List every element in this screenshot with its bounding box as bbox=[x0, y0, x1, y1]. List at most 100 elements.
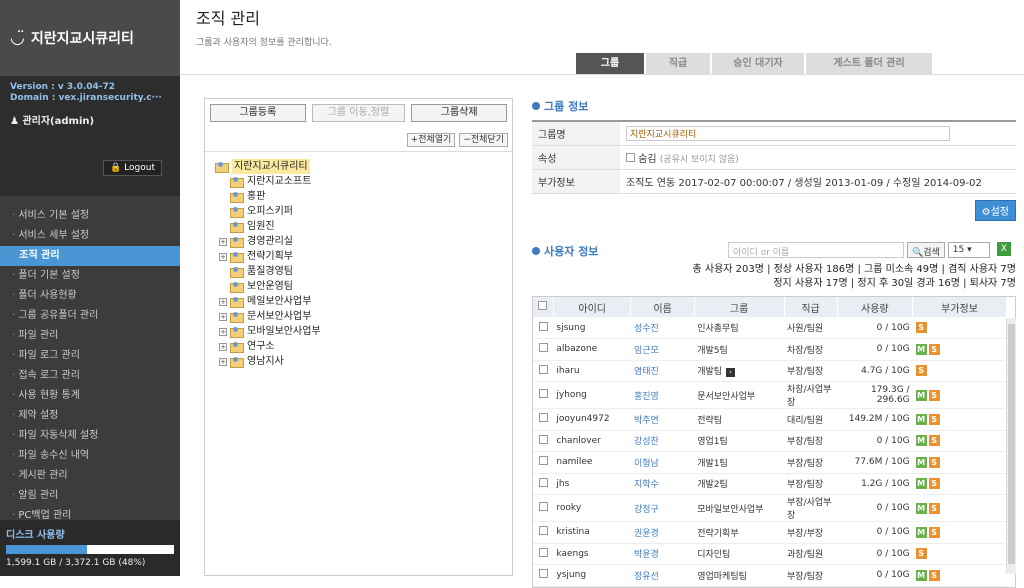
expand-toggle-icon[interactable]: + bbox=[219, 237, 227, 246]
mobile-badge-icon[interactable]: M bbox=[915, 435, 927, 447]
user-name[interactable]: 염태진 bbox=[630, 360, 695, 382]
storage-badge-icon[interactable]: S bbox=[928, 456, 940, 468]
move-group-button[interactable]: 그룹 이동,정렬 bbox=[311, 104, 406, 122]
row-checkbox[interactable] bbox=[533, 473, 554, 495]
table-row[interactable]: chanlover 강성찬 영업1팀 부장/팀장 0 / 10G M S bbox=[533, 430, 1007, 452]
user-name[interactable]: 박윤경 bbox=[630, 543, 695, 565]
table-scrollbar[interactable] bbox=[1006, 318, 1016, 574]
sidebar-item[interactable]: 조직 관리 bbox=[0, 246, 180, 266]
tree-node[interactable]: 지란지교시큐리티 bbox=[215, 159, 321, 174]
user-name[interactable]: 강정구 bbox=[630, 494, 695, 522]
user-name[interactable]: 성수진 bbox=[630, 317, 695, 339]
row-checkbox[interactable] bbox=[533, 381, 554, 409]
table-row[interactable]: jyhong 홍진영 문서보안사업부 차장/사업부장 179.3G / 296.6G M S bbox=[533, 381, 1007, 409]
group-name-input[interactable] bbox=[626, 125, 950, 141]
storage-badge-icon[interactable]: S bbox=[915, 322, 927, 333]
tab-3[interactable]: 게스트 폴더 관리 bbox=[806, 53, 932, 74]
tree-node[interactable]: + 전략기획부 bbox=[215, 249, 321, 264]
sidebar-item[interactable]: 폴더 사용현황 bbox=[0, 286, 180, 306]
storage-badge-icon[interactable]: S bbox=[928, 478, 940, 490]
table-row[interactable]: kristina 권윤경 전략기획부 부장/부장 0 / 10G M S bbox=[533, 521, 1007, 544]
table-row[interactable]: kaengs 박윤경 디자인팀 과장/팀원 0 / 10G S bbox=[533, 543, 1007, 565]
tree-node[interactable]: 임원진 bbox=[215, 219, 321, 234]
storage-badge-icon[interactable]: S bbox=[928, 343, 940, 355]
user-name[interactable]: 박주연 bbox=[630, 408, 695, 431]
table-row[interactable]: sjsung 성수진 인사총무팀 사원/팀원 0 / 10G S bbox=[533, 317, 1007, 339]
excel-export-icon[interactable]: X bbox=[996, 242, 1011, 256]
tree-node[interactable]: 홍판 bbox=[215, 189, 321, 204]
search-button[interactable]: 🔍검색 bbox=[907, 242, 945, 258]
expand-toggle-icon[interactable]: + bbox=[219, 342, 227, 351]
sidebar-item[interactable]: 제약 설정 bbox=[0, 406, 180, 426]
mobile-badge-icon[interactable]: M bbox=[915, 389, 927, 401]
column-header[interactable]: 부가정보 bbox=[912, 297, 1007, 317]
storage-badge-icon[interactable]: S bbox=[928, 502, 940, 514]
column-header[interactable]: 직급 bbox=[784, 297, 838, 317]
page-size-select[interactable]: 15 ▾ bbox=[947, 242, 990, 258]
row-checkbox[interactable] bbox=[533, 317, 554, 339]
mobile-badge-icon[interactable]: M bbox=[915, 569, 927, 581]
user-name[interactable]: 지학수 bbox=[630, 473, 695, 495]
sidebar-item[interactable]: 그룹 공유폴더 관리 bbox=[0, 306, 180, 326]
sidebar-item[interactable]: 알림 관리 bbox=[0, 486, 180, 506]
user-name[interactable]: 정유선 bbox=[630, 564, 695, 587]
row-checkbox[interactable] bbox=[533, 521, 554, 544]
row-checkbox[interactable] bbox=[533, 430, 554, 452]
storage-badge-icon[interactable]: S bbox=[928, 526, 940, 538]
hide-checkbox[interactable] bbox=[626, 152, 635, 162]
row-checkbox[interactable] bbox=[533, 564, 554, 587]
column-header[interactable]: 아이디 bbox=[553, 297, 632, 317]
user-name[interactable]: 강성찬 bbox=[630, 430, 695, 452]
context-arrow-icon[interactable]: › bbox=[726, 368, 736, 378]
table-row[interactable]: namilee 이형남 개발1팀 부장/팀장 77.6M / 10G M S bbox=[533, 451, 1007, 474]
row-checkbox[interactable] bbox=[533, 338, 554, 361]
tree-node[interactable]: 품질경영팀 bbox=[215, 264, 321, 279]
storage-badge-icon[interactable]: S bbox=[915, 365, 927, 377]
expand-toggle-icon[interactable]: + bbox=[219, 252, 227, 261]
mobile-badge-icon[interactable]: M bbox=[915, 343, 927, 355]
tree-node[interactable]: 보안운영팀 bbox=[215, 279, 321, 294]
storage-badge-icon[interactable]: S bbox=[915, 548, 927, 560]
row-checkbox[interactable] bbox=[533, 360, 554, 382]
table-row[interactable]: ysjung 정유선 영업마케팅팀 부장/팀장 0 / 10G M S bbox=[533, 564, 1007, 587]
table-row[interactable]: rooky 강정구 모바일보안사업부 부장/사업부장 0 / 10G M S bbox=[533, 494, 1007, 522]
expand-toggle-icon[interactable]: + bbox=[219, 312, 227, 321]
storage-badge-icon[interactable]: S bbox=[928, 569, 940, 581]
table-row[interactable]: albazone 임근모 개발5팀 차장/팀장 0 / 10G M S bbox=[533, 338, 1007, 361]
sidebar-item[interactable]: 폴더 기본 설정 bbox=[0, 266, 180, 286]
mobile-badge-icon[interactable]: M bbox=[915, 478, 927, 490]
sidebar-item[interactable]: 서비스 기본 설정 bbox=[0, 206, 180, 226]
tab-1[interactable]: 직급 bbox=[646, 53, 710, 74]
user-search-input[interactable]: 아이디 or 이름 bbox=[728, 242, 904, 258]
table-row[interactable]: jooyun4972 박주연 전략팀 대리/팀원 149.2M / 10G M S bbox=[533, 408, 1007, 431]
sidebar-item[interactable]: 접속 로그 관리 bbox=[0, 366, 180, 386]
expand-toggle-icon[interactable]: + bbox=[219, 357, 227, 366]
collapse-all-button[interactable]: −전체닫기 bbox=[459, 133, 508, 147]
sidebar-item[interactable]: 파일 로그 관리 bbox=[0, 346, 180, 366]
user-name[interactable]: 임근모 bbox=[630, 338, 695, 361]
column-header[interactable]: 사용량 bbox=[837, 297, 914, 317]
column-header[interactable]: 이름 bbox=[630, 297, 695, 317]
tree-node[interactable]: 지란지교소프트 bbox=[215, 174, 321, 189]
row-checkbox[interactable] bbox=[533, 408, 554, 431]
tree-node[interactable]: + 문서보안사업부 bbox=[215, 309, 321, 324]
mobile-badge-icon[interactable]: M bbox=[915, 413, 927, 425]
tree-node[interactable]: + 연구소 bbox=[215, 339, 321, 354]
tree-node[interactable]: + 영남지사 bbox=[215, 354, 321, 369]
brand-logo[interactable]: ◡̈ 지란지교시큐리티 bbox=[0, 0, 180, 76]
row-checkbox[interactable] bbox=[533, 543, 554, 565]
sidebar-item[interactable]: 게시판 관리 bbox=[0, 466, 180, 486]
storage-badge-icon[interactable]: S bbox=[928, 413, 940, 425]
tab-2[interactable]: 승인 대기자 bbox=[712, 53, 804, 74]
user-name[interactable]: 홍진영 bbox=[630, 381, 695, 409]
sidebar-item[interactable]: 파일 자동삭제 설정 bbox=[0, 426, 180, 446]
storage-badge-icon[interactable]: S bbox=[928, 435, 940, 447]
mobile-badge-icon[interactable]: M bbox=[915, 526, 927, 538]
mobile-badge-icon[interactable]: M bbox=[915, 502, 927, 514]
sidebar-item[interactable]: 사용 현황 통계 bbox=[0, 386, 180, 406]
tree-node[interactable]: + 모바일보안사업부 bbox=[215, 324, 321, 339]
row-checkbox[interactable] bbox=[533, 451, 554, 474]
logout-button[interactable]: 🔒 Logout bbox=[103, 160, 162, 176]
column-header[interactable]: 그룹 bbox=[694, 297, 785, 317]
add-group-button[interactable]: 그룹등록 bbox=[210, 104, 306, 122]
